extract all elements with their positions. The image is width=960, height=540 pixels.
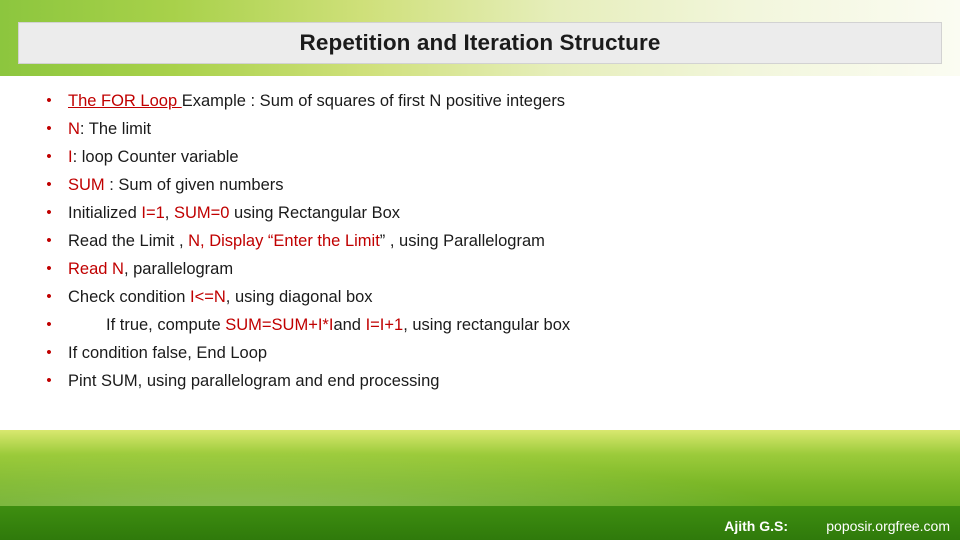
- bullet-marker-icon: •: [46, 260, 52, 277]
- list-item-text: The FOR Loop Example : Sum of squares of…: [68, 88, 930, 114]
- list-item-text: Initialized I=1, SUM=0 using Rectangular…: [68, 200, 930, 226]
- footer-website: poposir.orgfree.com: [826, 518, 950, 534]
- text-run: ,: [164, 204, 174, 222]
- list-item-text: I: loop Counter variable: [68, 144, 930, 170]
- text-run: Pint SUM, using parallelogram and end pr…: [68, 372, 440, 390]
- list-item: • N: The limit: [30, 116, 930, 142]
- text-run: Example : Sum of squares of first N posi…: [181, 92, 566, 110]
- text-run: SUM: [68, 176, 105, 194]
- list-item-text: SUM : Sum of given numbers: [68, 172, 930, 198]
- slide: Repetition and Iteration Structure • The …: [0, 0, 960, 540]
- text-run: The FOR Loop: [68, 92, 182, 110]
- list-item-text: Read the Limit , N, Display “Enter the L…: [68, 228, 930, 254]
- text-run: Check condition: [68, 288, 190, 306]
- list-item-text: Check condition I<=N, using diagonal box: [68, 284, 930, 310]
- text-run: ” , using Parallelogram: [379, 232, 545, 250]
- text-run: SUM=0: [173, 204, 230, 222]
- text-run: Initialized: [68, 204, 142, 222]
- list-item: • Initialized I=1, SUM=0 using Rectangula…: [30, 200, 930, 226]
- text-run: SUM=SUM+I*I: [225, 316, 334, 334]
- text-run: using Rectangular Box: [229, 204, 401, 222]
- footer-author: Ajith G.S:: [724, 518, 788, 534]
- list-item-text: N: The limit: [68, 116, 930, 142]
- list-item: • Check condition I<=N, using diagonal bo…: [30, 284, 930, 310]
- text-run: N, Display “Enter the Limit: [188, 232, 380, 250]
- bullet-marker-icon: •: [46, 288, 52, 305]
- text-run: : Sum of given numbers: [104, 176, 284, 194]
- list-item-text: If condition false, End Loop: [68, 340, 930, 366]
- text-run: , using rectangular box: [403, 316, 571, 334]
- slide-title-box: Repetition and Iteration Structure: [18, 22, 942, 64]
- list-item: • If condition false, End Loop: [30, 340, 930, 366]
- bullet-marker-icon: •: [46, 176, 52, 193]
- text-run: I=1: [141, 204, 165, 222]
- bullet-marker-icon: •: [46, 92, 52, 109]
- list-item: • If true, compute SUM=SUM+I*Iand I=I+1, …: [30, 312, 930, 338]
- bullet-marker-icon: •: [46, 204, 52, 221]
- bullet-marker-icon: •: [46, 344, 52, 361]
- list-item: • Read N, parallelogram: [30, 256, 930, 282]
- text-run: : The limit: [79, 120, 152, 138]
- bullet-marker-icon: •: [46, 148, 52, 165]
- list-item: • The FOR Loop Example : Sum of squares o…: [30, 88, 930, 114]
- list-item: • I: loop Counter variable: [30, 144, 930, 170]
- text-run: N: [68, 120, 80, 138]
- text-run: Read the Limit ,: [68, 232, 189, 250]
- list-item: • Pint SUM, using parallelogram and end p…: [30, 368, 930, 394]
- text-run: If condition false, End Loop: [68, 344, 268, 362]
- text-run: Read N: [68, 260, 124, 278]
- footer-bar: [0, 506, 960, 540]
- list-item-text: Pint SUM, using parallelogram and end pr…: [68, 368, 930, 394]
- text-run: I<=N: [190, 288, 226, 306]
- page-title: Repetition and Iteration Structure: [299, 30, 661, 55]
- list-item-text: Read N, parallelogram: [68, 256, 930, 282]
- list-item-text: If true, compute SUM=SUM+I*Iand I=I+1, u…: [68, 312, 930, 338]
- text-run: I=I+1: [365, 316, 404, 334]
- list-item: • Read the Limit , N, Display “Enter the …: [30, 228, 930, 254]
- text-run: : loop Counter variable: [72, 148, 239, 166]
- bullet-marker-icon: •: [46, 232, 52, 249]
- text-run: and: [333, 316, 366, 334]
- bullet-marker-icon: •: [46, 316, 52, 333]
- text-run: If true, compute: [106, 316, 226, 334]
- bullet-list: • The FOR Loop Example : Sum of squares o…: [30, 88, 930, 396]
- bullet-marker-icon: •: [46, 120, 52, 137]
- text-run: , using diagonal box: [225, 288, 373, 306]
- list-item: • SUM : Sum of given numbers: [30, 172, 930, 198]
- text-run: , parallelogram: [123, 260, 234, 278]
- bullet-marker-icon: •: [46, 372, 52, 389]
